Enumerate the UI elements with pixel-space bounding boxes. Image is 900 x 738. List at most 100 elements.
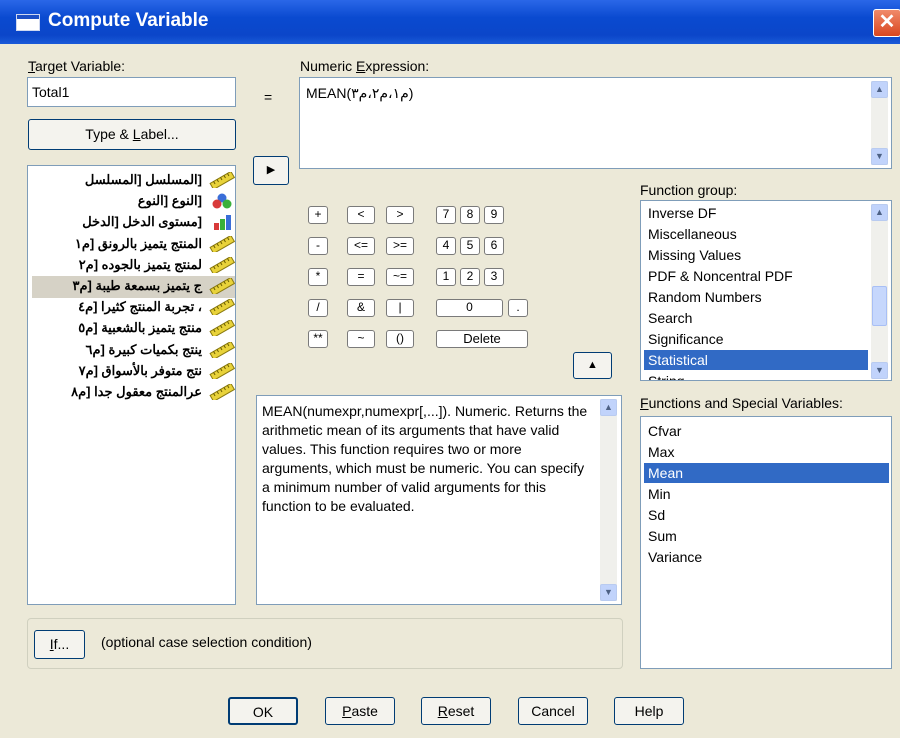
variable-item[interactable]: [المسلسل [المسلسل xyxy=(32,170,235,192)
target-variable-label: Target Variable: xyxy=(28,58,126,74)
close-button[interactable]: ✕ xyxy=(873,9,900,37)
variable-label: نتج متوفر بالأسواق [م٧ xyxy=(78,362,202,378)
calc-key[interactable]: . xyxy=(508,299,528,317)
function-group-item[interactable]: Miscellaneous xyxy=(644,224,868,244)
function-description-box: MEAN(numexpr,numexpr[,...]). Numeric. Re… xyxy=(256,395,622,605)
variable-item[interactable]: [النوع [النوع xyxy=(32,191,235,213)
function-group-label: Function group: xyxy=(640,182,738,198)
calc-key[interactable]: 9 xyxy=(484,206,504,224)
scroll-up-icon[interactable]: ▲ xyxy=(871,204,888,221)
calc-key[interactable]: * xyxy=(308,268,328,286)
variable-list[interactable]: [المسلسل [المسلسل [النوع [النوع [مستوى الد… xyxy=(27,165,236,605)
move-variable-button[interactable]: ▶ xyxy=(253,156,289,185)
calc-key[interactable]: | xyxy=(386,299,414,317)
calc-key[interactable]: () xyxy=(386,330,414,348)
variable-item[interactable]: عرالمنتج معقول جدا [م٨ xyxy=(32,382,235,404)
variable-label: ، تجربة المنتج كثيرا [م٤ xyxy=(78,299,202,315)
scroll-up-icon[interactable]: ▲ xyxy=(871,81,888,98)
variable-item[interactable]: منتج يتميز بالشعبية [م٥ xyxy=(32,318,235,340)
remove-function-button[interactable]: ▲ xyxy=(573,352,612,379)
calc-key[interactable]: 4 xyxy=(436,237,456,255)
calc-key[interactable]: ** xyxy=(308,330,328,348)
ok-button[interactable]: OK xyxy=(228,697,298,725)
calc-key[interactable]: > xyxy=(386,206,414,224)
variable-item[interactable]: نتج متوفر بالأسواق [م٧ xyxy=(32,361,235,383)
calc-key[interactable]: 5 xyxy=(460,237,480,255)
calc-key[interactable]: 8 xyxy=(460,206,480,224)
function-group-item[interactable]: PDF & Noncentral PDF xyxy=(644,266,868,286)
type-label-button[interactable]: Type & Label... xyxy=(28,119,236,150)
function-group-item[interactable]: Search xyxy=(644,308,868,328)
variable-label: منتج يتميز بالشعبية [م٥ xyxy=(78,320,202,336)
if-condition-text: (optional case selection condition) xyxy=(101,634,312,650)
function-group-item[interactable]: Statistical xyxy=(644,350,868,370)
variable-item[interactable]: ينتج بكميات كبيرة [م٦ xyxy=(32,340,235,362)
function-item[interactable]: Cfvar xyxy=(644,421,889,441)
function-group-item[interactable]: Significance xyxy=(644,329,868,349)
variable-item[interactable]: المنتج يتميز بالرونق [م١ xyxy=(32,234,235,256)
calc-key[interactable]: 2 xyxy=(460,268,480,286)
variable-item[interactable]: ج يتميز بسمعة طيبة [م٣ xyxy=(32,276,235,298)
function-group-item[interactable]: Missing Values xyxy=(644,245,868,265)
calc-key[interactable]: + xyxy=(308,206,328,224)
description-scrollbar[interactable]: ▲ ▼ xyxy=(600,399,617,601)
cancel-button[interactable]: Cancel xyxy=(518,697,588,725)
equals-sign: = xyxy=(264,89,273,105)
function-group-item[interactable]: Inverse DF xyxy=(644,203,868,223)
target-variable-input[interactable]: Total1 xyxy=(27,77,236,107)
reset-button[interactable]: Reset xyxy=(421,697,491,725)
numeric-expression-input[interactable]: MEAN(م١،م٢،م٣) ▲ ▼ xyxy=(299,77,892,169)
ordinal-bars-icon xyxy=(208,214,235,231)
function-item[interactable]: Max xyxy=(644,442,889,462)
variable-item[interactable]: لمنتج يتميز بالجوده [م٢ xyxy=(32,255,235,277)
calc-key[interactable]: 1 xyxy=(436,268,456,286)
scrollbar-thumb[interactable] xyxy=(872,286,887,326)
function-item[interactable]: Sum xyxy=(644,526,889,546)
calc-key[interactable]: 0 xyxy=(436,299,503,317)
calc-key[interactable]: - xyxy=(308,237,328,255)
variable-item[interactable]: ، تجربة المنتج كثيرا [م٤ xyxy=(32,297,235,319)
function-description: MEAN(numexpr,numexpr[,...]). Numeric. Re… xyxy=(262,403,588,514)
calc-key[interactable]: 3 xyxy=(484,268,504,286)
help-button[interactable]: Help xyxy=(614,697,684,725)
function-group-item[interactable]: String xyxy=(644,371,868,380)
calc-key[interactable]: = xyxy=(347,268,375,286)
scale-ruler-icon xyxy=(208,297,235,318)
calc-key[interactable]: >= xyxy=(386,237,414,255)
function-item[interactable]: Min xyxy=(644,484,889,504)
function-group-list[interactable]: Inverse DF Miscellaneous Missing Values PDF… xyxy=(640,200,892,381)
paste-button[interactable]: Paste xyxy=(325,697,395,725)
function-group-scrollbar[interactable]: ▲ ▼ xyxy=(871,204,888,379)
variable-item[interactable]: [مستوى الدخل [الدخل xyxy=(32,212,235,234)
calc-key[interactable]: < xyxy=(347,206,375,224)
calc-key[interactable]: ~ xyxy=(347,330,375,348)
functions-label: Functions and Special Variables: xyxy=(640,395,843,411)
window-icon xyxy=(16,14,40,31)
scroll-down-icon[interactable]: ▼ xyxy=(600,584,617,601)
function-item[interactable]: Sd xyxy=(644,505,889,525)
variable-label: المنتج يتميز بالرونق [م١ xyxy=(74,235,202,251)
variable-label: [النوع [النوع xyxy=(137,193,202,209)
function-group-item[interactable]: Random Numbers xyxy=(644,287,868,307)
scroll-down-icon[interactable]: ▼ xyxy=(871,362,888,379)
calc-key[interactable]: & xyxy=(347,299,375,317)
calc-key[interactable]: Delete xyxy=(436,330,528,348)
variable-label: عرالمنتج معقول جدا [م٨ xyxy=(71,384,202,399)
function-item[interactable]: Variance xyxy=(644,547,889,567)
scale-ruler-icon xyxy=(208,276,235,297)
calc-key[interactable]: 6 xyxy=(484,237,504,255)
variable-label: ينتج بكميات كبيرة [م٦ xyxy=(85,341,202,357)
arrow-up-icon: ▲ xyxy=(587,359,598,371)
calculator-pad: + < >7 8 9 - <= >= 4 5 6 * = ~= 1 2 3 / & | 0. ** ~ () Delete xyxy=(300,197,630,377)
scroll-up-icon[interactable]: ▲ xyxy=(600,399,617,416)
if-button[interactable]: If... xyxy=(34,630,85,659)
calc-key[interactable]: <= xyxy=(347,237,375,255)
function-item[interactable]: Mean xyxy=(644,463,889,483)
calc-key[interactable]: 7 xyxy=(436,206,456,224)
calc-key[interactable]: / xyxy=(308,299,328,317)
scroll-down-icon[interactable]: ▼ xyxy=(871,148,888,165)
functions-list[interactable]: Cfvar Max Mean Min Sd Sum Variance xyxy=(640,416,892,669)
expression-scrollbar[interactable]: ▲ ▼ xyxy=(871,81,888,165)
window-title: Compute Variable xyxy=(48,10,209,31)
calc-key[interactable]: ~= xyxy=(386,268,414,286)
